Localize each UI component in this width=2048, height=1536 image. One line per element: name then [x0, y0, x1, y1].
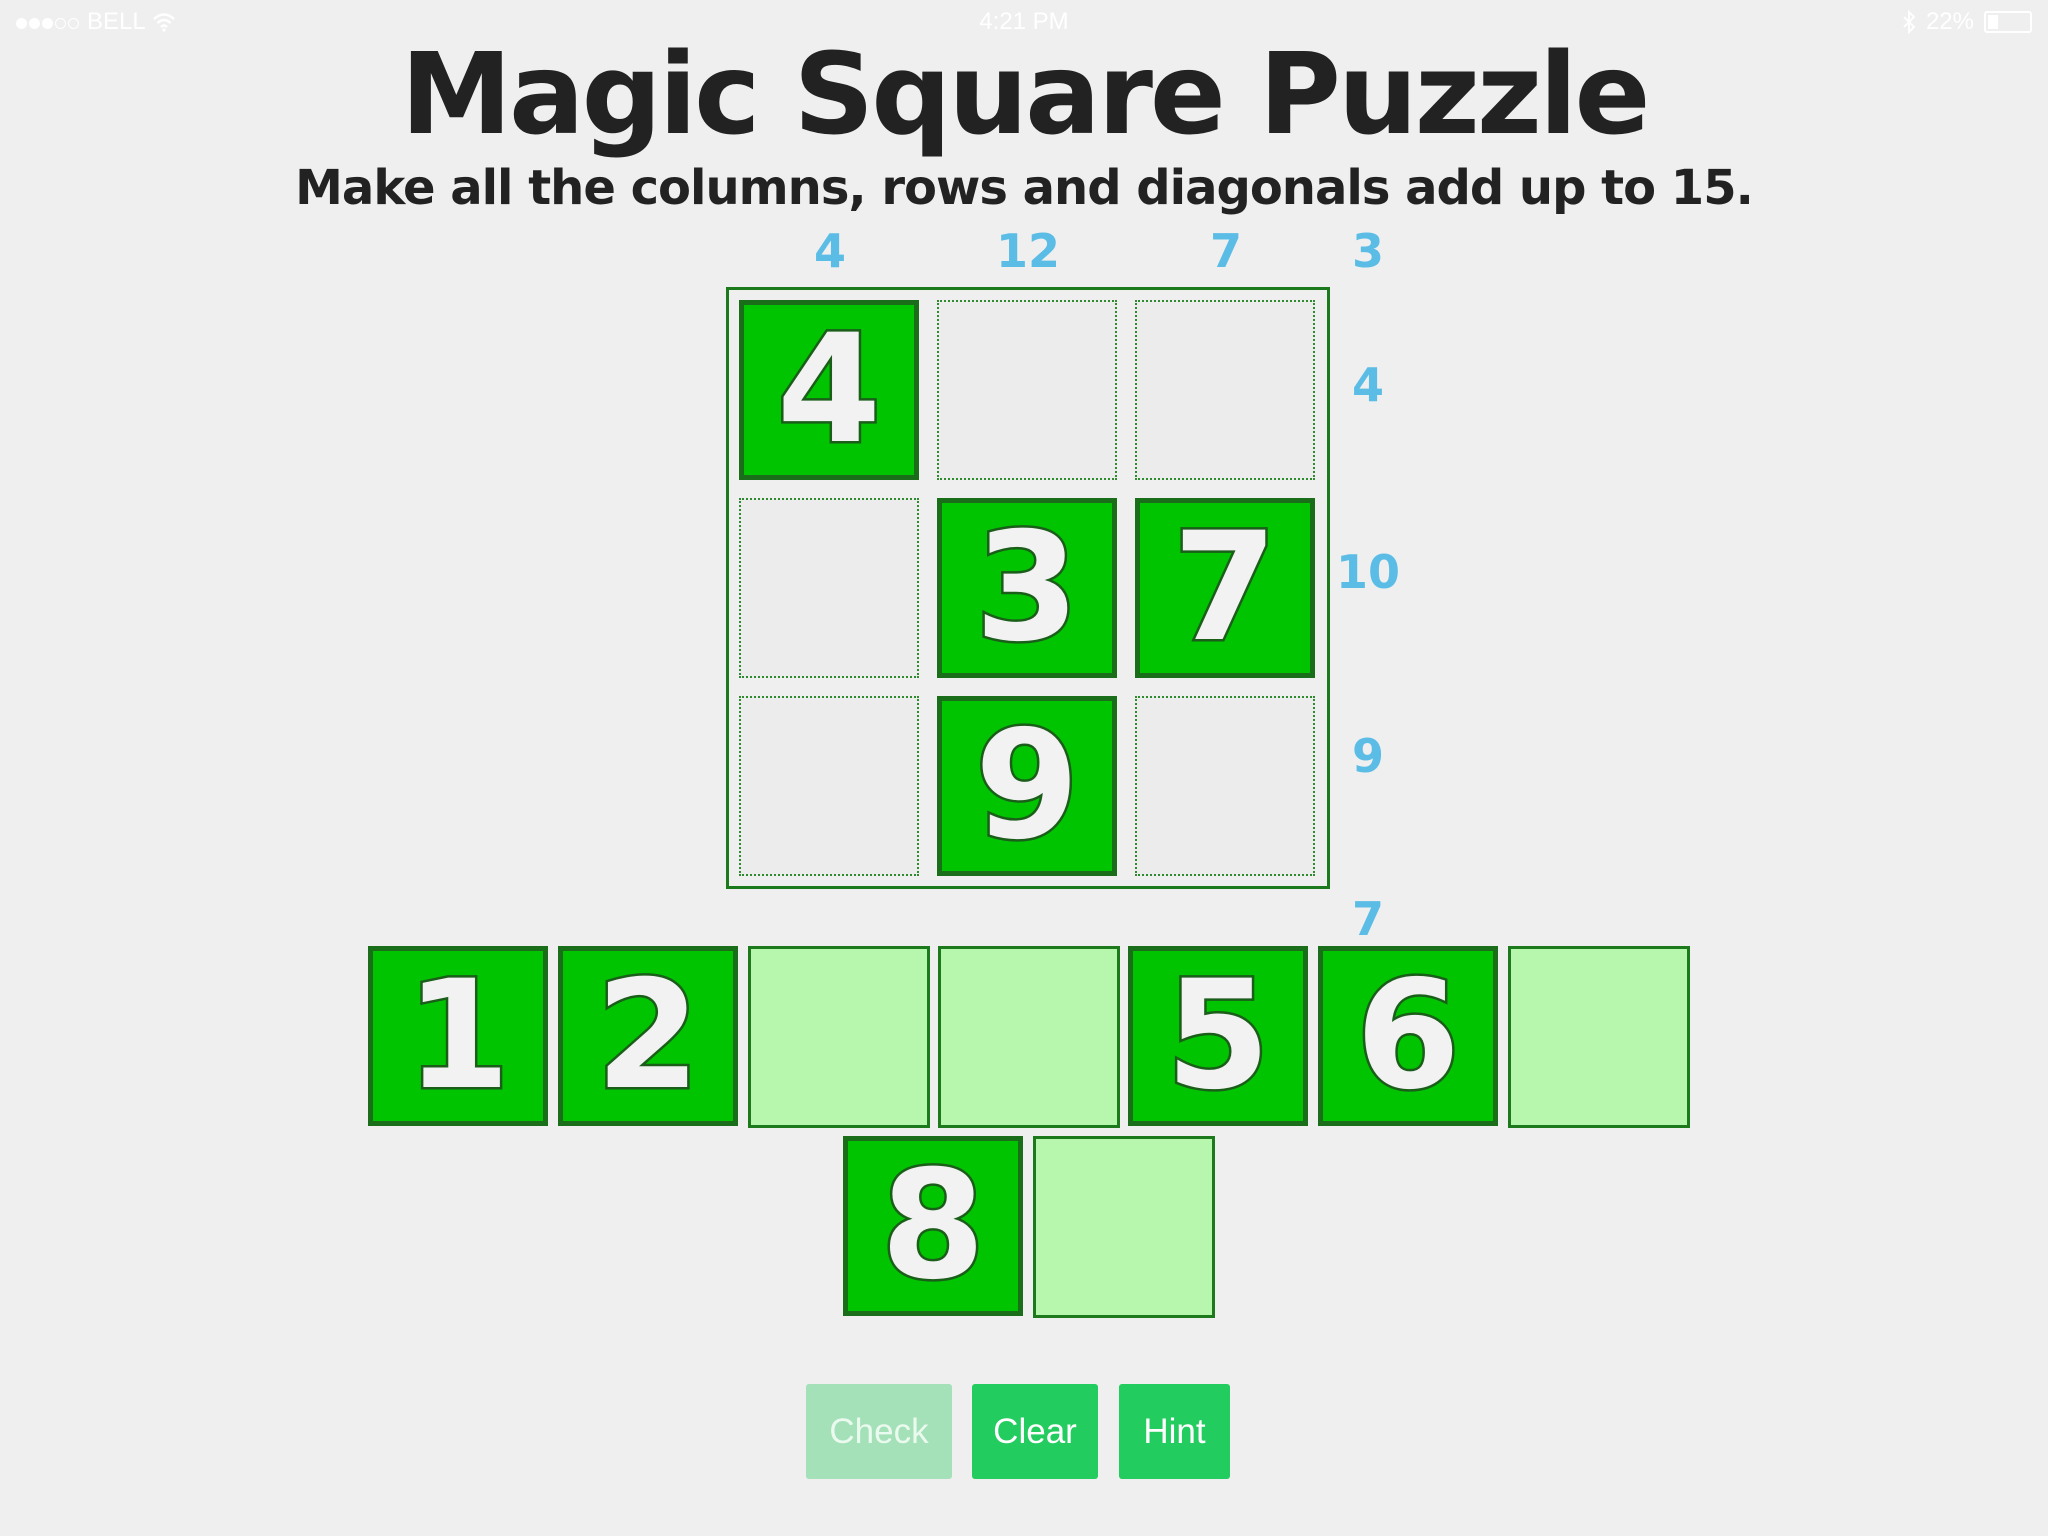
tray-slot-9[interactable]	[1033, 1136, 1215, 1318]
magic-square-board: 4 3 7 9	[726, 287, 1330, 889]
check-button[interactable]: Check	[806, 1384, 952, 1479]
row-sum-1: 4	[1351, 358, 1384, 412]
main-diagonal-sum: 7	[1351, 892, 1384, 946]
tray-tile-6[interactable]: 6	[1318, 946, 1498, 1126]
board-cell-r2c1[interactable]	[739, 498, 919, 678]
board-tile-r1c1[interactable]: 4	[739, 300, 919, 480]
tray-tile-1[interactable]: 1	[368, 946, 548, 1126]
row-sum-2: 10	[1335, 545, 1400, 599]
column-sum-2: 12	[995, 224, 1060, 278]
instructions: Make all the columns, rows and diagonals…	[295, 160, 1754, 216]
tray-tile-2[interactable]: 2	[558, 946, 738, 1126]
board-cell-r3c3[interactable]	[1135, 696, 1315, 876]
column-sum-3: 7	[1209, 224, 1242, 278]
page-title: Magic Square Puzzle	[400, 30, 1651, 160]
hint-button[interactable]: Hint	[1119, 1384, 1230, 1479]
board-cell-r3c1[interactable]	[739, 696, 919, 876]
tray-tile-5[interactable]: 5	[1128, 946, 1308, 1126]
tray-tile-8[interactable]: 8	[843, 1136, 1023, 1316]
tray-slot-3[interactable]	[748, 946, 930, 1128]
board-tile-r3c2[interactable]: 9	[937, 696, 1117, 876]
row-sum-3: 9	[1351, 729, 1384, 783]
anti-diagonal-sum: 3	[1351, 224, 1384, 278]
tray-slot-7[interactable]	[1508, 946, 1690, 1128]
board-cell-r1c3[interactable]	[1135, 300, 1315, 480]
board-tile-r2c3[interactable]: 7	[1135, 498, 1315, 678]
board-tile-r2c2[interactable]: 3	[937, 498, 1117, 678]
column-sum-1: 4	[813, 224, 846, 278]
clear-button[interactable]: Clear	[972, 1384, 1098, 1479]
board-cell-r1c2[interactable]	[937, 300, 1117, 480]
tray-slot-4[interactable]	[938, 946, 1120, 1128]
